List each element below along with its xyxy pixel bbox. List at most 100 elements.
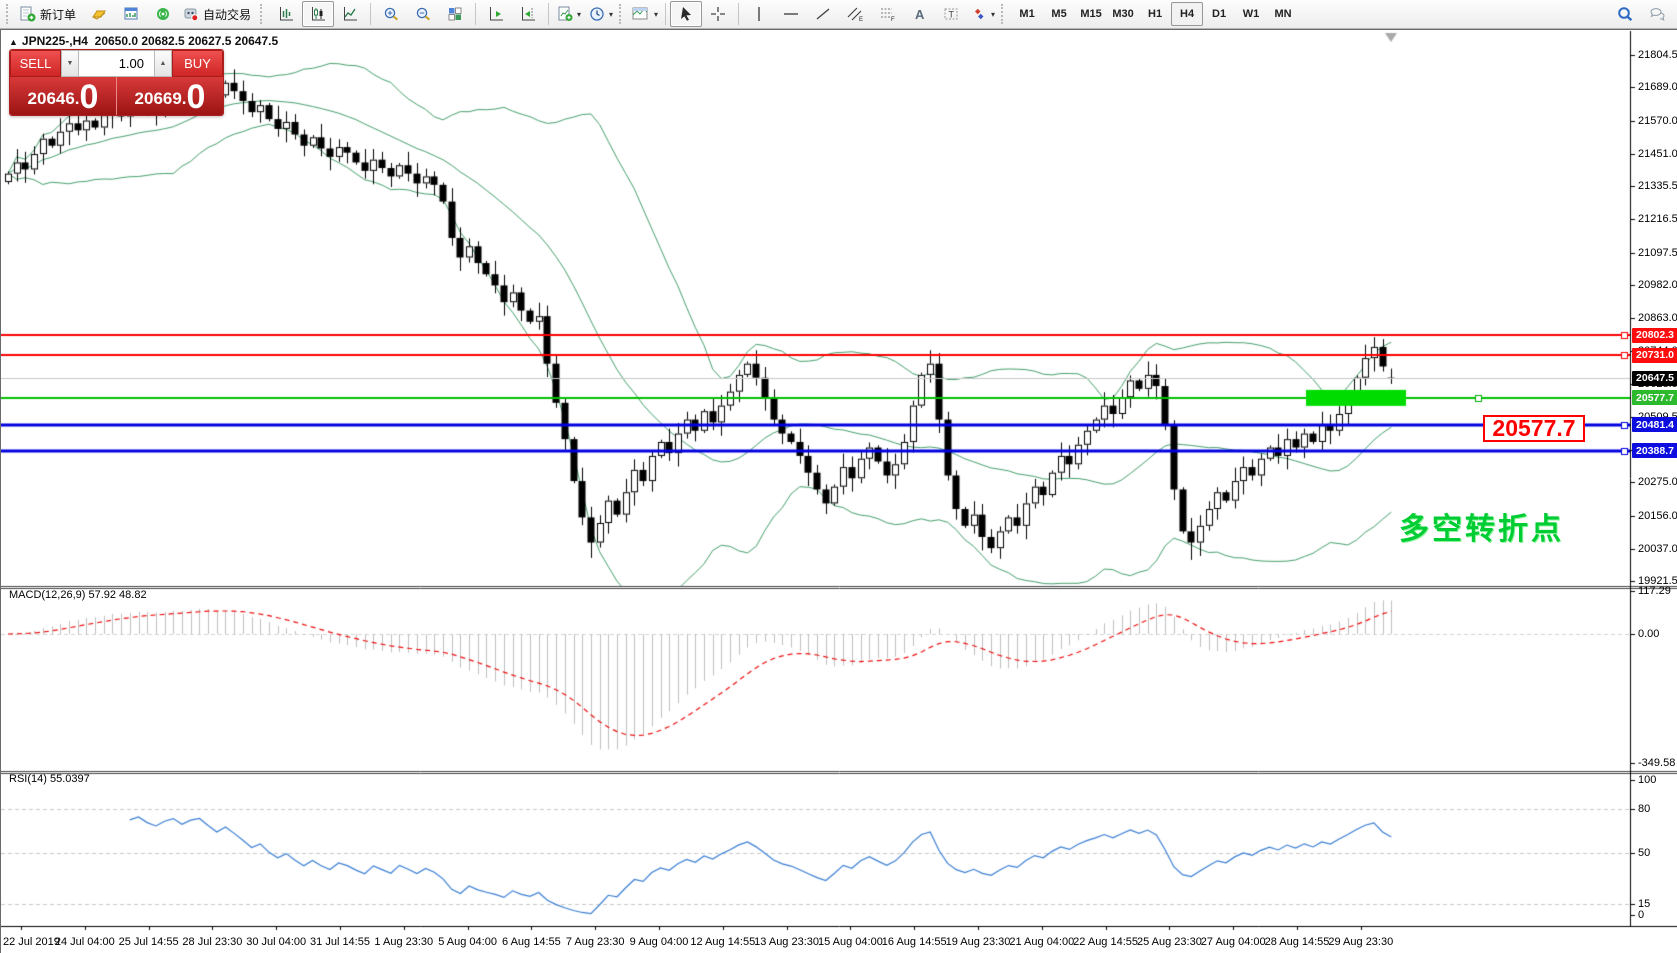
turning-point-annotation[interactable]: 多空转折点 (1399, 504, 1564, 548)
macd-tick-label: 117.29 (1638, 585, 1671, 597)
cursor-button[interactable] (670, 1, 702, 27)
label-icon: T (943, 6, 959, 22)
chart-title: ▲JPN225-,H4 20650.0 20682.5 20627.5 2064… (9, 34, 278, 48)
tab-timeframe-M30[interactable]: M30 (1107, 2, 1139, 26)
volume-input[interactable] (79, 50, 154, 77)
buy-price[interactable]: 20669.0 (117, 77, 223, 115)
price-tick-label: 20275.0 (1638, 476, 1677, 488)
label-button[interactable]: T (935, 1, 967, 27)
macd-label: MACD(12,26,9) 57.92 48.82 (9, 589, 147, 601)
chart-canvas[interactable] (1, 30, 1677, 953)
price-badge: 20481.4 (1632, 417, 1677, 432)
tile-windows-button[interactable] (439, 1, 471, 27)
text-button[interactable]: A (903, 1, 935, 27)
toolbar-grip (619, 4, 625, 24)
sell-price-main: 20646. (28, 84, 80, 114)
tab-timeframe-H1[interactable]: H1 (1139, 2, 1171, 26)
chevron-down-icon: ▾ (609, 10, 613, 19)
tab-timeframe-M5[interactable]: M5 (1043, 2, 1075, 26)
bar-chart-button[interactable] (270, 1, 302, 27)
collapse-arrow-icon[interactable]: ▲ (9, 37, 18, 47)
price-badge: 20802.3 (1632, 328, 1677, 343)
svg-text:A: A (915, 7, 925, 22)
indicators-button[interactable]: ▾ (629, 1, 661, 27)
candlestick-icon (310, 6, 326, 22)
price-tick-label: 20037.0 (1638, 543, 1677, 555)
toolbar-separator (548, 3, 549, 25)
gold-bar-button[interactable] (83, 1, 115, 27)
community-button[interactable] (1641, 1, 1673, 27)
text-icon: A (912, 6, 926, 22)
zoom-in-button[interactable] (375, 1, 407, 27)
time-tick-label: 19 Aug 23:30 (946, 936, 1011, 948)
tab-timeframe-D1[interactable]: D1 (1203, 2, 1235, 26)
time-tick-label: 29 Aug 23:30 (1328, 936, 1393, 948)
chart-shift-icon (520, 6, 536, 22)
tab-timeframe-W1[interactable]: W1 (1235, 2, 1267, 26)
time-tick-label: 13 Aug 23:30 (754, 936, 819, 948)
tab-timeframe-M15[interactable]: M15 (1075, 2, 1107, 26)
macd-tick-label: 0.00 (1638, 628, 1659, 640)
price-badge: 20388.7 (1632, 443, 1677, 458)
volume-up-button[interactable]: ▲ (154, 50, 172, 77)
price-badge: 20577.7 (1632, 390, 1677, 405)
trendline-button[interactable] (807, 1, 839, 27)
time-tick-label: 15 Aug 04:00 (818, 936, 883, 948)
rsi-tick-label: 100 (1638, 774, 1656, 786)
toolbar-grip (6, 4, 12, 24)
volume-down-button[interactable]: ▼ (61, 50, 79, 77)
time-tick-label: 30 Jul 04:00 (246, 936, 306, 948)
arrows-button[interactable]: ▾ (967, 1, 999, 27)
time-tick-label: 21 Aug 04:00 (1009, 936, 1074, 948)
rsi-tick-label: 80 (1638, 803, 1650, 815)
chart-shift-button[interactable] (512, 1, 544, 27)
autotrading-button[interactable]: 自动交易 (179, 1, 258, 27)
one-click-trading-panel: SELL ▼ ▲ BUY 20646.0 20669.0 (9, 49, 224, 116)
candlestick-chart-button[interactable] (302, 1, 334, 27)
time-tick-label: 27 Aug 04:00 (1201, 936, 1266, 948)
period-clock-button[interactable]: ▾ (585, 1, 617, 27)
svg-text:E: E (859, 17, 863, 22)
broadcast-button[interactable] (147, 1, 179, 27)
tab-timeframe-M1[interactable]: M1 (1011, 2, 1043, 26)
vertical-line-button[interactable] (743, 1, 775, 27)
bar-chart-icon (278, 6, 294, 22)
price-tick-label: 21689.0 (1638, 81, 1677, 93)
sell-price[interactable]: 20646.0 (10, 77, 117, 115)
arrows-icon (971, 6, 987, 22)
sell-price-big: 0 (80, 80, 99, 114)
new-order-button[interactable]: 新订单 (16, 1, 83, 27)
crosshair-button[interactable] (702, 1, 734, 27)
tab-timeframe-H4[interactable]: H4 (1171, 2, 1203, 26)
new-order-icon (19, 6, 36, 22)
tab-timeframe-MN[interactable]: MN (1267, 2, 1299, 26)
price-tick-label: 21570.0 (1638, 115, 1677, 127)
search-button[interactable] (1609, 1, 1641, 27)
time-tick-label: 22 Aug 14:55 (1073, 936, 1138, 948)
time-tick-label: 5 Aug 04:00 (438, 936, 497, 948)
horizontal-line-button[interactable] (775, 1, 807, 27)
equidistant-channel-button[interactable]: E (839, 1, 871, 27)
toolbar-separator (665, 3, 666, 25)
chart-window-icon (123, 6, 139, 22)
time-tick-label: 9 Aug 04:00 (630, 936, 689, 948)
line-chart-button[interactable] (334, 1, 366, 27)
auto-scroll-button[interactable] (480, 1, 512, 27)
auto-scroll-icon (488, 6, 504, 22)
buy-button[interactable]: BUY (172, 50, 223, 77)
fibonacci-button[interactable]: F (871, 1, 903, 27)
toolbar: 新订单 自动交易 (0, 0, 1677, 29)
toolbar-separator (475, 3, 476, 25)
community-icon (1647, 6, 1667, 22)
timeframe-group: M1M5M15M30H1H4D1W1MN (1011, 2, 1299, 26)
zoom-out-button[interactable] (407, 1, 439, 27)
buy-price-big: 0 (187, 80, 206, 114)
price-callout-20577[interactable]: 20577.7 (1483, 415, 1585, 442)
new-chart-button[interactable]: ▾ (553, 1, 585, 27)
rsi-tick-label: 0 (1638, 909, 1644, 921)
symbol-period: JPN225-,H4 (22, 34, 88, 48)
price-badge: 20647.5 (1632, 371, 1677, 386)
sell-button[interactable]: SELL (10, 50, 61, 77)
toolbar-separator (738, 3, 739, 25)
chart-window-button[interactable] (115, 1, 147, 27)
